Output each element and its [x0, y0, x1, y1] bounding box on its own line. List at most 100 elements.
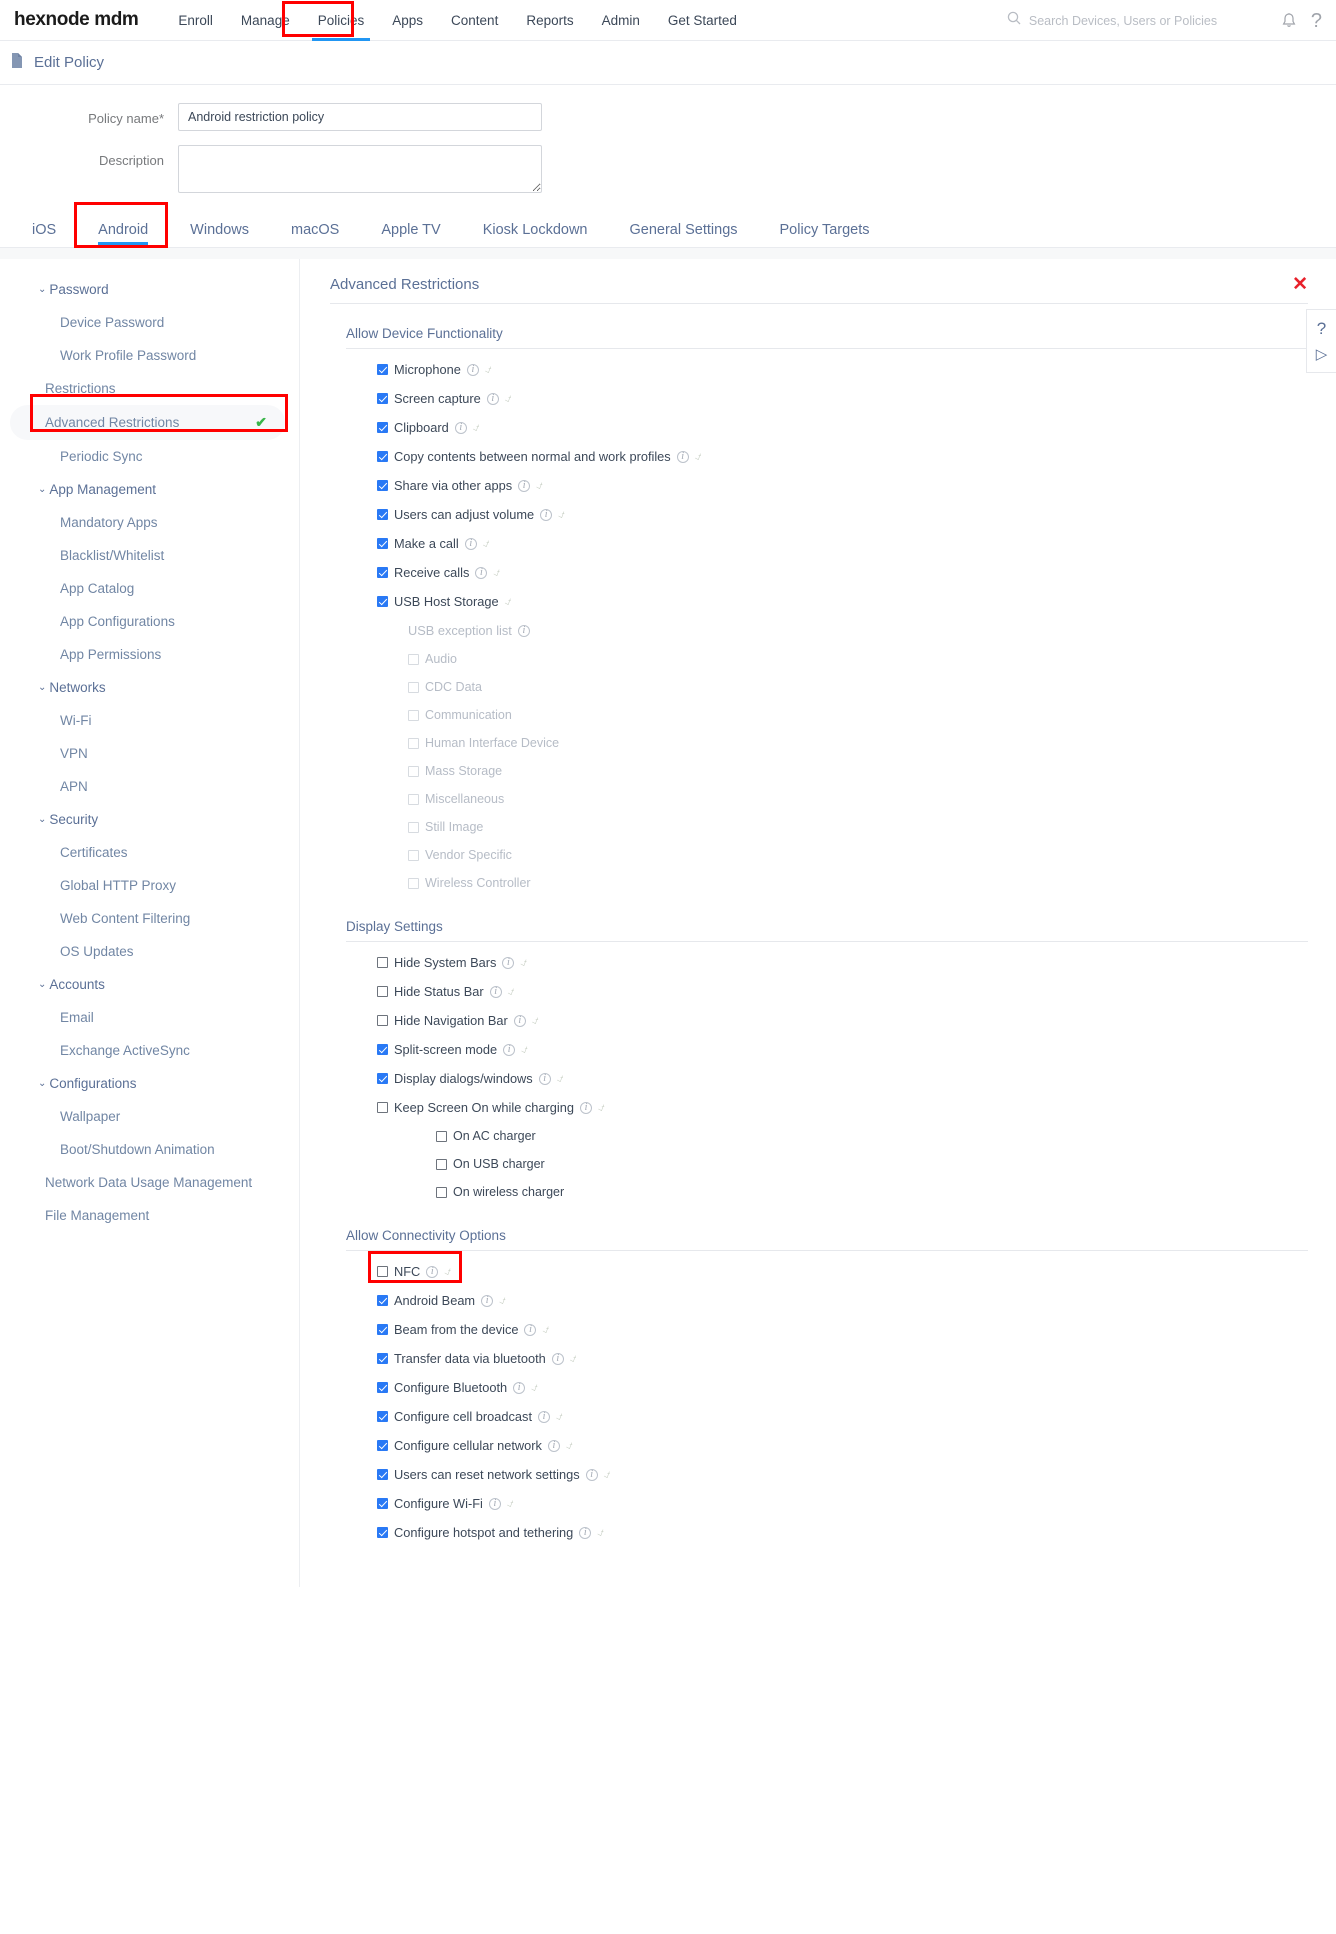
checkbox-hide-status-bar[interactable]: [377, 986, 388, 997]
sidebar-item-vpn[interactable]: VPN: [0, 737, 299, 770]
sidebar-item-app-configurations[interactable]: App Configurations: [0, 605, 299, 638]
sidebar-item-network-data-usage-management[interactable]: Network Data Usage Management: [0, 1166, 299, 1199]
nav-item-manage[interactable]: Manage: [227, 0, 304, 41]
close-icon[interactable]: ✕: [1292, 275, 1308, 294]
description-textarea[interactable]: [178, 145, 542, 193]
nav-item-apps[interactable]: Apps: [378, 0, 437, 41]
checkbox-split-screen-mode[interactable]: [377, 1044, 388, 1055]
checkbox-on-ac-charger[interactable]: [436, 1130, 447, 1142]
info-icon[interactable]: i: [454, 421, 467, 434]
applies-to-check-icon[interactable]: ⍻: [695, 449, 702, 464]
nav-item-enroll[interactable]: Enroll: [164, 0, 227, 41]
tab-macos[interactable]: macOS: [291, 222, 361, 247]
sidebar-item-global-http-proxy[interactable]: Global HTTP Proxy: [0, 869, 299, 902]
sidebar-item-periodic-sync[interactable]: Periodic Sync: [0, 440, 299, 473]
info-icon[interactable]: i: [579, 1101, 592, 1114]
applies-to-check-icon[interactable]: ⍻: [505, 391, 512, 406]
checkbox-microphone[interactable]: [377, 364, 388, 375]
applies-to-check-icon[interactable]: ⍻: [556, 1409, 563, 1424]
applies-to-check-icon[interactable]: ⍻: [597, 1525, 604, 1540]
applies-to-check-icon[interactable]: ⍻: [483, 536, 490, 551]
nav-item-reports[interactable]: Reports: [512, 0, 587, 41]
info-icon[interactable]: i: [426, 1265, 439, 1278]
applies-to-check-icon[interactable]: ⍻: [532, 1013, 539, 1028]
policy-name-input[interactable]: [178, 103, 542, 131]
checkbox-human-interface-device[interactable]: [408, 737, 419, 749]
info-icon[interactable]: i: [486, 392, 499, 405]
sidebar-item-mandatory-apps[interactable]: Mandatory Apps: [0, 506, 299, 539]
checkbox-configure-cell-broadcast[interactable]: [377, 1411, 388, 1422]
sidebar-item-email[interactable]: Email: [0, 1001, 299, 1034]
nav-item-policies[interactable]: Policies: [304, 0, 379, 41]
nav-item-get-started[interactable]: Get Started: [654, 0, 751, 41]
sidebar-group-networks[interactable]: ⌄ Networks: [0, 671, 299, 704]
checkbox-audio[interactable]: [408, 653, 419, 665]
tab-windows[interactable]: Windows: [190, 222, 271, 247]
bell-icon[interactable]: [1281, 12, 1297, 30]
applies-to-check-icon[interactable]: ⍻: [444, 1264, 451, 1279]
checkbox-configure-wi-fi[interactable]: [377, 1498, 388, 1509]
checkbox-users-can-adjust-volume[interactable]: [377, 509, 388, 520]
applies-to-check-icon[interactable]: ⍻: [542, 1322, 549, 1337]
applies-to-check-icon[interactable]: ⍻: [520, 955, 527, 970]
applies-to-check-icon[interactable]: ⍻: [485, 362, 492, 377]
sidebar-group-app-management[interactable]: ⌄ App Management: [0, 473, 299, 506]
sidebar-item-os-updates[interactable]: OS Updates: [0, 935, 299, 968]
checkbox-wireless-controller[interactable]: [408, 877, 419, 889]
applies-to-check-icon[interactable]: ⍻: [598, 1100, 605, 1115]
tab-apple-tv[interactable]: Apple TV: [381, 222, 462, 247]
checkbox-configure-bluetooth[interactable]: [377, 1382, 388, 1393]
info-icon[interactable]: i: [503, 1043, 516, 1056]
sidebar-item-web-content-filtering[interactable]: Web Content Filtering: [0, 902, 299, 935]
sidebar-item-work-profile-password[interactable]: Work Profile Password: [0, 339, 299, 372]
checkbox-android-beam[interactable]: [377, 1295, 388, 1306]
info-icon[interactable]: i: [524, 1323, 537, 1336]
sidebar-item-device-password[interactable]: Device Password: [0, 306, 299, 339]
nav-item-content[interactable]: Content: [437, 0, 512, 41]
search-input-placeholder[interactable]: Search Devices, Users or Policies: [1029, 14, 1217, 28]
checkbox-screen-capture[interactable]: [377, 393, 388, 404]
applies-to-check-icon[interactable]: ⍻: [566, 1438, 573, 1453]
checkbox-mass-storage[interactable]: [408, 765, 419, 777]
checkbox-configure-cellular-network[interactable]: [377, 1440, 388, 1451]
info-icon[interactable]: i: [579, 1526, 592, 1539]
checkbox-display-dialogs-windows[interactable]: [377, 1073, 388, 1084]
checkbox-beam-from-the-device[interactable]: [377, 1324, 388, 1335]
checkbox-keep-screen-on-while-charging[interactable]: [377, 1102, 388, 1113]
checkbox-users-can-reset-network-settings[interactable]: [377, 1469, 388, 1480]
applies-to-check-icon[interactable]: ⍻: [493, 565, 500, 580]
info-icon[interactable]: i: [676, 450, 689, 463]
info-icon[interactable]: i: [513, 1381, 526, 1394]
info-icon[interactable]: i: [502, 956, 515, 969]
checkbox-transfer-data-via-bluetooth[interactable]: [377, 1353, 388, 1364]
info-icon[interactable]: i: [489, 985, 502, 998]
info-icon[interactable]: i: [488, 1497, 501, 1510]
info-icon[interactable]: i: [466, 363, 479, 376]
sidebar-group-configurations[interactable]: ⌄ Configurations: [0, 1067, 299, 1100]
sidebar-item-exchange-activesync[interactable]: Exchange ActiveSync: [0, 1034, 299, 1067]
applies-to-check-icon[interactable]: ⍻: [473, 420, 480, 435]
tab-policy-targets[interactable]: Policy Targets: [780, 222, 892, 247]
info-icon[interactable]: i: [518, 479, 531, 492]
checkbox-on-usb-charger[interactable]: [436, 1158, 447, 1170]
checkbox-hide-system-bars[interactable]: [377, 957, 388, 968]
info-icon[interactable]: i: [475, 566, 488, 579]
applies-to-check-icon[interactable]: ⍻: [536, 478, 543, 493]
sidebar-group-password[interactable]: ⌄ Password: [0, 273, 299, 306]
checkbox-communication[interactable]: [408, 709, 419, 721]
sidebar-item-wallpaper[interactable]: Wallpaper: [0, 1100, 299, 1133]
checkbox-on-wireless-charger[interactable]: [436, 1186, 447, 1198]
sidebar-item-app-catalog[interactable]: App Catalog: [0, 572, 299, 605]
tab-android[interactable]: Android: [98, 222, 170, 247]
checkbox-still-image[interactable]: [408, 821, 419, 833]
applies-to-check-icon[interactable]: ⍻: [570, 1351, 577, 1366]
sidebar-item-app-permissions[interactable]: App Permissions: [0, 638, 299, 671]
help-icon[interactable]: ?: [1317, 320, 1326, 337]
nav-item-admin[interactable]: Admin: [588, 0, 654, 41]
checkbox-configure-hotspot-and-tethering[interactable]: [377, 1527, 388, 1538]
sidebar-item-file-management[interactable]: File Management: [0, 1199, 299, 1232]
search-box[interactable]: Search Devices, Users or Policies: [1007, 11, 1267, 30]
checkbox-clipboard[interactable]: [377, 422, 388, 433]
applies-to-check-icon[interactable]: ⍻: [508, 984, 515, 999]
sidebar-item-certificates[interactable]: Certificates: [0, 836, 299, 869]
